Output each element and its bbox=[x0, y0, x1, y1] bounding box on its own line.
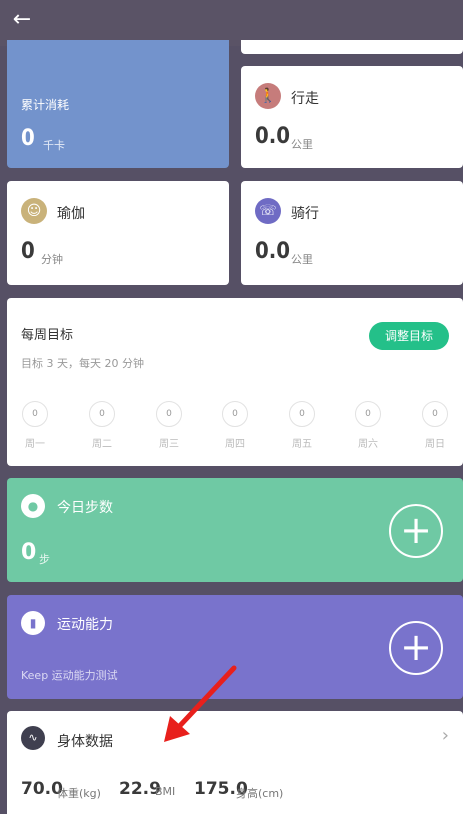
day-label: 周二 bbox=[92, 439, 112, 450]
height-unit: 身高(cm) bbox=[236, 787, 284, 800]
steps-title: 今日步数 bbox=[57, 500, 113, 516]
day-label: 周日 bbox=[425, 439, 445, 450]
walk-title: 行走 bbox=[291, 91, 319, 107]
partial-card-top bbox=[241, 40, 463, 54]
calorie-title: 累计消耗 bbox=[21, 98, 70, 112]
weekly-goal-card: 每周目标 目标 3 天，每天 20 分钟 调整目标 0 周一 0 周二 0 周三… bbox=[7, 298, 463, 466]
cycling-value: 0.0 bbox=[255, 239, 291, 264]
body-data-title: 身体数据 bbox=[57, 734, 113, 750]
day-count: 0 bbox=[222, 401, 248, 427]
body-data-card[interactable]: ∿ 身体数据 › 70.0 体重(kg) 22.9 BMI 175.0 身高(c… bbox=[7, 711, 463, 814]
walk-icon: 🚶 bbox=[255, 83, 281, 109]
day-wednesday: 0 周三 bbox=[156, 401, 182, 450]
day-label: 周六 bbox=[358, 439, 378, 450]
weekly-goal-title: 每周目标 bbox=[21, 328, 74, 343]
today-steps-card[interactable]: ● 今日步数 0 步 + bbox=[7, 478, 463, 582]
calorie-value: 0 bbox=[21, 126, 35, 151]
day-tuesday: 0 周二 bbox=[89, 401, 115, 450]
day-monday: 0 周一 bbox=[22, 401, 48, 450]
yoga-title: 瑜伽 bbox=[57, 206, 85, 222]
day-label: 周五 bbox=[292, 439, 312, 450]
calorie-card[interactable]: 累计消耗 0 千卡 bbox=[7, 40, 229, 168]
weekly-goal-subtitle: 目标 3 天，每天 20 分钟 bbox=[21, 357, 144, 370]
day-count: 0 bbox=[89, 401, 115, 427]
add-ability-test-button[interactable]: + bbox=[389, 621, 443, 675]
walk-unit: 公里 bbox=[291, 138, 313, 151]
steps-value: 0 bbox=[21, 540, 37, 565]
ability-subtitle: Keep 运动能力测试 bbox=[21, 669, 118, 682]
adjust-goal-button[interactable]: 调整目标 bbox=[369, 322, 449, 350]
back-arrow-icon[interactable]: ← bbox=[10, 8, 34, 32]
weight-unit: 体重(kg) bbox=[57, 787, 101, 800]
bar-chart-icon: ▮ bbox=[21, 611, 45, 635]
ability-card[interactable]: ▮ 运动能力 Keep 运动能力测试 + bbox=[7, 595, 463, 699]
day-saturday: 0 周六 bbox=[355, 401, 381, 450]
day-count: 0 bbox=[289, 401, 315, 427]
cycling-card[interactable]: ☏ 骑行 0.0 公里 bbox=[241, 181, 463, 285]
footprint-icon: ● bbox=[21, 494, 45, 518]
ability-title: 运动能力 bbox=[57, 617, 113, 633]
day-label: 周三 bbox=[159, 439, 179, 450]
chevron-right-icon[interactable]: › bbox=[442, 725, 449, 746]
yoga-icon: ☺ bbox=[21, 198, 47, 224]
day-thursday: 0 周四 bbox=[222, 401, 248, 450]
walk-value: 0.0 bbox=[255, 124, 291, 149]
add-steps-button[interactable]: + bbox=[389, 504, 443, 558]
trend-icon: ∿ bbox=[21, 726, 45, 750]
walk-card[interactable]: 🚶 行走 0.0 公里 bbox=[241, 66, 463, 168]
yoga-value: 0 bbox=[21, 239, 35, 264]
day-count: 0 bbox=[355, 401, 381, 427]
bicycle-icon: ☏ bbox=[255, 198, 281, 224]
day-label: 周四 bbox=[225, 439, 245, 450]
day-count: 0 bbox=[156, 401, 182, 427]
day-friday: 0 周五 bbox=[289, 401, 315, 450]
cycling-title: 骑行 bbox=[291, 206, 319, 222]
day-label: 周一 bbox=[25, 439, 45, 450]
day-count: 0 bbox=[22, 401, 48, 427]
day-count: 0 bbox=[422, 401, 448, 427]
cycling-unit: 公里 bbox=[291, 253, 313, 266]
yoga-unit: 分钟 bbox=[41, 253, 63, 266]
bmi-unit: BMI bbox=[155, 785, 176, 798]
day-sunday: 0 周日 bbox=[422, 401, 448, 450]
calorie-unit: 千卡 bbox=[43, 139, 65, 152]
steps-unit: 步 bbox=[39, 553, 50, 566]
yoga-card[interactable]: ☺ 瑜伽 0 分钟 bbox=[7, 181, 229, 285]
